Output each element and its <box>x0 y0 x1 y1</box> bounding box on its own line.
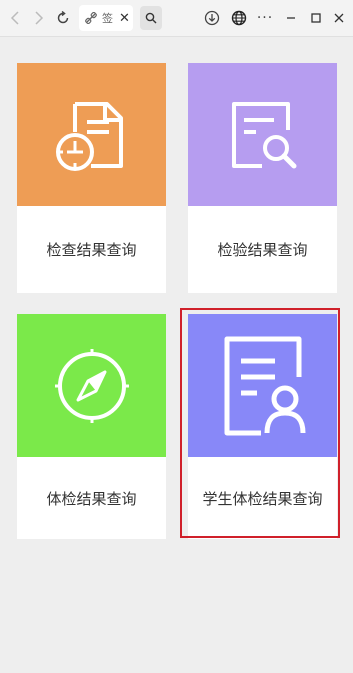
card-label: 体检结果查询 <box>46 489 137 508</box>
document-magnifier-icon <box>231 101 296 168</box>
card-icon-area <box>17 314 166 457</box>
card-student-physical-exam-results[interactable]: 学生体检结果查询 <box>188 314 337 539</box>
forward-icon[interactable] <box>30 0 48 36</box>
search-button[interactable] <box>140 6 162 30</box>
link-icon <box>85 11 99 25</box>
card-physical-exam-results[interactable]: 体检结果查询 <box>17 314 166 539</box>
card-label: 检验结果查询 <box>217 241 308 259</box>
compass-icon <box>54 348 129 423</box>
tab-title: 签 <box>102 12 113 25</box>
download-icon[interactable] <box>201 0 223 36</box>
close-icon[interactable] <box>331 0 347 36</box>
browser-tab[interactable]: 签 ✕ <box>79 5 133 31</box>
globe-icon[interactable] <box>229 0 249 36</box>
card-lab-results[interactable]: 检验结果查询 <box>188 63 337 293</box>
card-label: 学生体检结果查询 <box>202 489 323 508</box>
tab-close-icon[interactable]: ✕ <box>119 11 130 26</box>
card-icon-area <box>188 63 337 206</box>
card-icon-area <box>17 63 166 206</box>
browser-toolbar: 签 ✕ ··· <box>0 0 353 37</box>
document-clock-icon <box>55 101 123 171</box>
minimize-icon[interactable] <box>282 0 300 36</box>
card-exam-results[interactable]: 检查结果查询 <box>17 63 166 293</box>
search-icon <box>145 12 157 24</box>
more-icon[interactable]: ··· <box>255 0 275 36</box>
maximize-icon[interactable] <box>308 0 324 36</box>
card-label: 检查结果查询 <box>46 241 137 259</box>
document-person-icon <box>224 336 305 435</box>
reload-icon[interactable] <box>53 0 73 36</box>
card-icon-area <box>188 314 337 457</box>
back-icon[interactable] <box>6 0 24 36</box>
